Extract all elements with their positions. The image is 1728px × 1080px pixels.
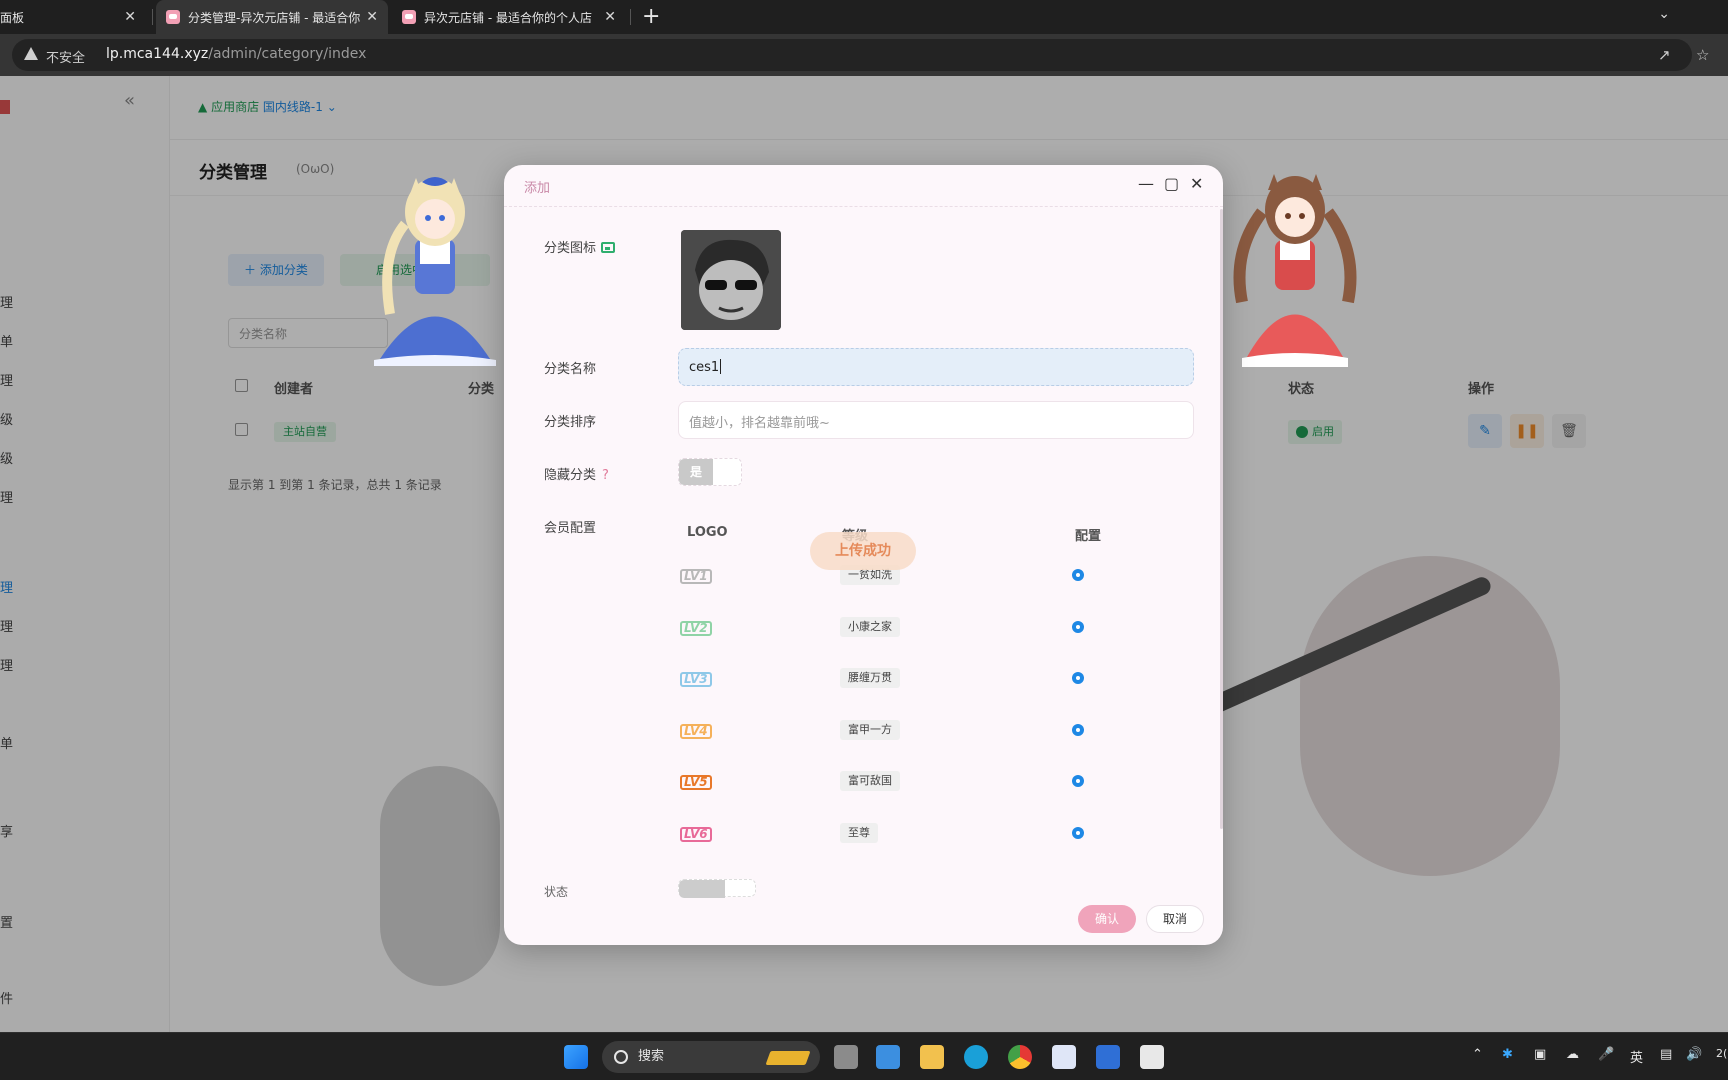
add-category-dialog: 添加 — ▢ ✕ 分类图标 分类名称 ces1 分类排序 值越小，排名越靠前哦~…	[504, 165, 1223, 945]
level-badge: LV2	[680, 620, 712, 636]
tab-title: 异次元店铺 - 最适合你的个人店	[424, 10, 592, 25]
level-name: 富可敌国	[840, 771, 900, 791]
category-sort-input[interactable]: 值越小，排名越靠前哦~	[678, 401, 1194, 439]
toggle-on-label: 是	[679, 459, 713, 485]
level-name: 小康之家	[840, 616, 900, 637]
gear-icon[interactable]	[1072, 723, 1084, 736]
app-icon[interactable]	[1140, 1045, 1164, 1069]
insecure-label: 不安全	[46, 51, 86, 66]
uploaded-avatar-image	[681, 230, 781, 330]
level-badge: LV3	[680, 672, 712, 687]
dialog-title: 添加	[524, 181, 551, 196]
column-header: 配置	[1075, 529, 1102, 544]
icon-label: 分类图标	[544, 237, 616, 256]
hidden-toggle[interactable]: 是	[678, 458, 742, 486]
clock-text: 2(	[1716, 1047, 1728, 1060]
network-icon[interactable]: ▤	[1660, 1047, 1672, 1062]
bookmark-star-icon[interactable]: ☆	[1696, 46, 1709, 64]
gear-icon[interactable]	[1072, 569, 1084, 581]
browser-tab-bar: 面板 ✕ 分类管理-异次元店铺 - 最适合你 ✕ 异次元店铺 - 最适合你的个人…	[0, 0, 1728, 34]
gear-icon[interactable]	[1072, 620, 1084, 633]
gear-icon[interactable]	[1072, 826, 1084, 839]
category-name-input[interactable]: ces1	[678, 348, 1194, 386]
level-badge: LV1	[680, 569, 712, 584]
gear-icon[interactable]	[1072, 775, 1084, 787]
tray-app-icon[interactable]: ✱	[1502, 1047, 1513, 1062]
category-icon-preview[interactable]	[681, 230, 781, 330]
warning-icon	[24, 47, 38, 60]
upload-success-toast: 上传成功	[810, 532, 916, 570]
help-icon[interactable]: ?	[602, 468, 609, 483]
level-name: 至尊	[840, 822, 878, 843]
store-icon[interactable]	[876, 1045, 900, 1069]
windows-start-icon[interactable]	[564, 1045, 588, 1069]
chrome-browser-icon[interactable]	[1008, 1045, 1032, 1069]
omnibox[interactable]: 不安全 lp.mca144.xyz/admin/category/index ↗…	[12, 39, 1709, 71]
tab-search-chevron-icon[interactable]: ⌄	[1658, 6, 1670, 22]
blue-dress-mascot-image	[374, 177, 496, 366]
tab-category-manage[interactable]: 分类管理-异次元店铺 - 最适合你 ✕	[156, 0, 388, 34]
url-text[interactable]: lp.mca144.xyz/admin/category/index	[106, 46, 366, 62]
cancel-button[interactable]: 取消	[1146, 905, 1204, 933]
level-name: 富甲一方	[840, 719, 900, 740]
status-label: 状态	[544, 885, 569, 899]
dialog-header: 添加 — ▢ ✕	[504, 165, 1223, 207]
status-toggle[interactable]	[678, 879, 756, 898]
site-favicon-icon	[402, 10, 416, 24]
tab-title: 分类管理-异次元店铺 - 最适合你	[188, 10, 361, 25]
hidden-label: 隐藏分类?	[544, 468, 609, 483]
dialog-scrollbar[interactable]	[1220, 209, 1223, 829]
image-upload-icon[interactable]	[601, 242, 616, 253]
tray-chevron-icon[interactable]: ⌃	[1472, 1047, 1483, 1062]
sort-label: 分类排序	[544, 415, 597, 430]
tab-store-home[interactable]: 异次元店铺 - 最适合你的个人店 ✕	[394, 0, 626, 34]
tray-app-icon[interactable]: ▣	[1534, 1047, 1546, 1062]
maximize-icon[interactable]: ▢	[1164, 174, 1179, 193]
name-label: 分类名称	[544, 362, 597, 377]
level-name: 腰缠万贯	[840, 668, 900, 688]
ime-indicator[interactable]: 英	[1630, 1047, 1643, 1066]
close-icon[interactable]: ✕	[366, 9, 378, 25]
close-icon[interactable]: ✕	[124, 9, 136, 25]
close-icon[interactable]: ✕	[604, 9, 616, 25]
level-badge: LV5	[680, 775, 712, 790]
tab-dashboard[interactable]: 面板 ✕	[0, 0, 146, 34]
member-config-label: 会员配置	[544, 521, 597, 536]
new-tab-button[interactable]: +	[642, 4, 660, 29]
column-header: LOGO	[687, 525, 728, 540]
share-icon[interactable]: ↗	[1658, 46, 1671, 64]
edge-browser-icon[interactable]	[964, 1045, 988, 1069]
widget-icon[interactable]	[765, 1051, 811, 1065]
app-icon[interactable]	[1052, 1045, 1076, 1069]
close-icon[interactable]: ✕	[1190, 174, 1203, 193]
level-badge: LV6	[680, 826, 712, 842]
notepad-icon[interactable]	[1096, 1045, 1120, 1069]
site-favicon-icon	[166, 10, 180, 24]
volume-icon[interactable]: 🔊	[1686, 1047, 1702, 1062]
tab-title: 面板	[0, 10, 25, 25]
windows-taskbar: 搜索 ⌃ ✱ ▣ ☁ 🎤 英 ▤ 🔊 2(	[0, 1032, 1728, 1080]
gear-icon[interactable]	[1072, 672, 1084, 684]
microphone-icon[interactable]: 🎤	[1598, 1047, 1614, 1062]
address-bar: 不安全 lp.mca144.xyz/admin/category/index ↗…	[0, 34, 1728, 76]
file-explorer-icon[interactable]	[920, 1045, 944, 1069]
text-caret	[720, 359, 722, 374]
confirm-button[interactable]: 确认	[1078, 905, 1136, 933]
level-badge: LV4	[680, 723, 712, 739]
onedrive-icon[interactable]: ☁	[1566, 1047, 1579, 1062]
red-dress-mascot-image	[1233, 174, 1357, 367]
task-view-icon[interactable]	[834, 1045, 858, 1069]
minimize-icon[interactable]: —	[1138, 174, 1154, 193]
